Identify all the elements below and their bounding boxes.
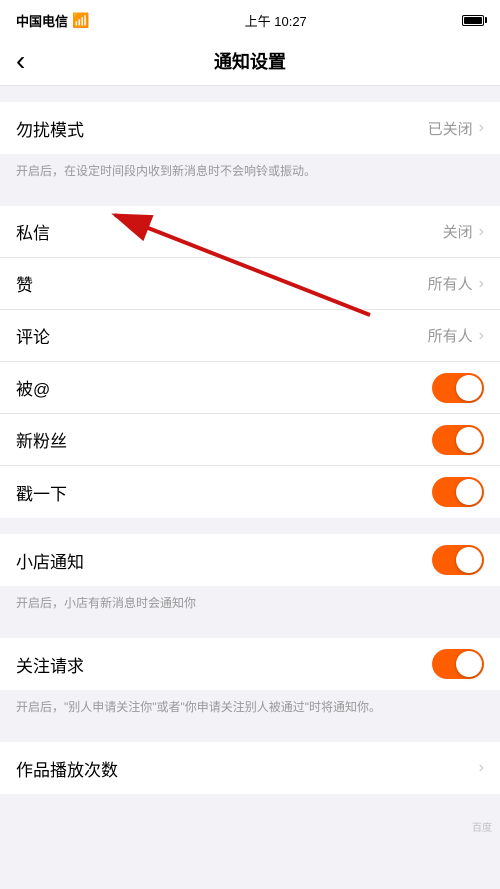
poke-toggle[interactable] <box>432 477 484 507</box>
play-count-value-area: › <box>479 759 484 777</box>
carrier-text: 中国电信 <box>16 11 68 30</box>
poke-toggle-thumb <box>456 479 482 505</box>
follow-request-row[interactable]: 关注请求 <box>0 638 500 690</box>
like-row[interactable]: 赞 所有人 › <box>0 258 500 310</box>
poke-row[interactable]: 戳一下 <box>0 466 500 518</box>
section-gap-4 <box>0 622 500 638</box>
back-button[interactable]: ‹ <box>16 45 25 77</box>
dnd-mode-value: 已关闭 <box>428 118 473 139</box>
chevron-icon: › <box>479 275 484 293</box>
poke-label: 戳一下 <box>16 480 67 505</box>
follow-description: 开启后，"别人申请关注你"或者"你申请关注别人被通过"时将通知你。 <box>16 700 381 714</box>
back-chevron-icon: ‹ <box>16 45 25 77</box>
chevron-icon: › <box>479 223 484 241</box>
section-gap-5 <box>0 726 500 742</box>
dnd-mode-value-area: 已关闭 › <box>428 118 484 139</box>
chevron-icon: › <box>479 759 484 777</box>
at-label: 被@ <box>16 375 50 400</box>
status-bar: 中国电信 📶 上午 10:27 <box>0 0 500 36</box>
carrier-info: 中国电信 📶 <box>16 11 89 30</box>
private-message-value-area: 关闭 › <box>443 221 484 242</box>
follow-request-label: 关注请求 <box>16 652 84 677</box>
dnd-mode-row[interactable]: 勿扰模式 已关闭 › <box>0 102 500 154</box>
play-count-label: 作品播放次数 <box>16 756 118 781</box>
private-message-label: 私信 <box>16 219 50 244</box>
section-gap-top <box>0 86 500 102</box>
dnd-section: 勿扰模式 已关闭 › <box>0 102 500 154</box>
chevron-icon: › <box>479 119 484 137</box>
shop-notification-toggle[interactable] <box>432 545 484 575</box>
section-gap-2 <box>0 190 500 206</box>
watermark: 百度 <box>472 819 492 834</box>
at-row[interactable]: 被@ <box>0 362 500 414</box>
shop-description: 开启后，小店有新消息时会通知你 <box>16 596 196 610</box>
shop-notification-label: 小店通知 <box>16 548 84 573</box>
section-gap-3 <box>0 518 500 534</box>
shop-description-area: 开启后，小店有新消息时会通知你 <box>0 586 500 622</box>
shop-section: 小店通知 <box>0 534 500 586</box>
nav-bar: ‹ 通知设置 <box>0 36 500 86</box>
page-title: 通知设置 <box>214 48 286 74</box>
follow-section: 关注请求 <box>0 638 500 690</box>
wifi-icon: 📶 <box>72 12 89 29</box>
messages-section: 私信 关闭 › 赞 所有人 › 评论 所有人 › 被@ <box>0 206 500 518</box>
like-label: 赞 <box>16 271 33 296</box>
new-fans-toggle[interactable] <box>432 425 484 455</box>
like-value: 所有人 <box>428 273 473 294</box>
battery-area <box>462 15 484 26</box>
chevron-icon: › <box>479 327 484 345</box>
new-fans-toggle-thumb <box>456 427 482 453</box>
battery-icon <box>462 15 484 26</box>
comment-label: 评论 <box>16 323 50 348</box>
follow-request-toggle[interactable] <box>432 649 484 679</box>
battery-fill <box>464 17 482 24</box>
play-count-row[interactable]: 作品播放次数 › <box>0 742 500 794</box>
like-value-area: 所有人 › <box>428 273 484 294</box>
watermark-text: 百度 <box>472 819 492 834</box>
at-toggle-thumb <box>456 375 482 401</box>
private-message-row[interactable]: 私信 关闭 › <box>0 206 500 258</box>
comment-value-area: 所有人 › <box>428 325 484 346</box>
private-message-value: 关闭 <box>443 221 473 242</box>
dnd-description: 开启后，在设定时间段内收到新消息时不会响铃或振动。 <box>16 164 316 178</box>
comment-value: 所有人 <box>428 325 473 346</box>
new-fans-label: 新粉丝 <box>16 427 67 452</box>
shop-notification-toggle-thumb <box>456 547 482 573</box>
dnd-description-area: 开启后，在设定时间段内收到新消息时不会响铃或振动。 <box>0 154 500 190</box>
comment-row[interactable]: 评论 所有人 › <box>0 310 500 362</box>
dnd-mode-label: 勿扰模式 <box>16 116 84 141</box>
follow-description-area: 开启后，"别人申请关注你"或者"你申请关注别人被通过"时将通知你。 <box>0 690 500 726</box>
new-fans-row[interactable]: 新粉丝 <box>0 414 500 466</box>
shop-notification-row[interactable]: 小店通知 <box>0 534 500 586</box>
follow-request-toggle-thumb <box>456 651 482 677</box>
plays-section: 作品播放次数 › <box>0 742 500 794</box>
time-display: 上午 10:27 <box>245 11 307 30</box>
at-toggle[interactable] <box>432 373 484 403</box>
